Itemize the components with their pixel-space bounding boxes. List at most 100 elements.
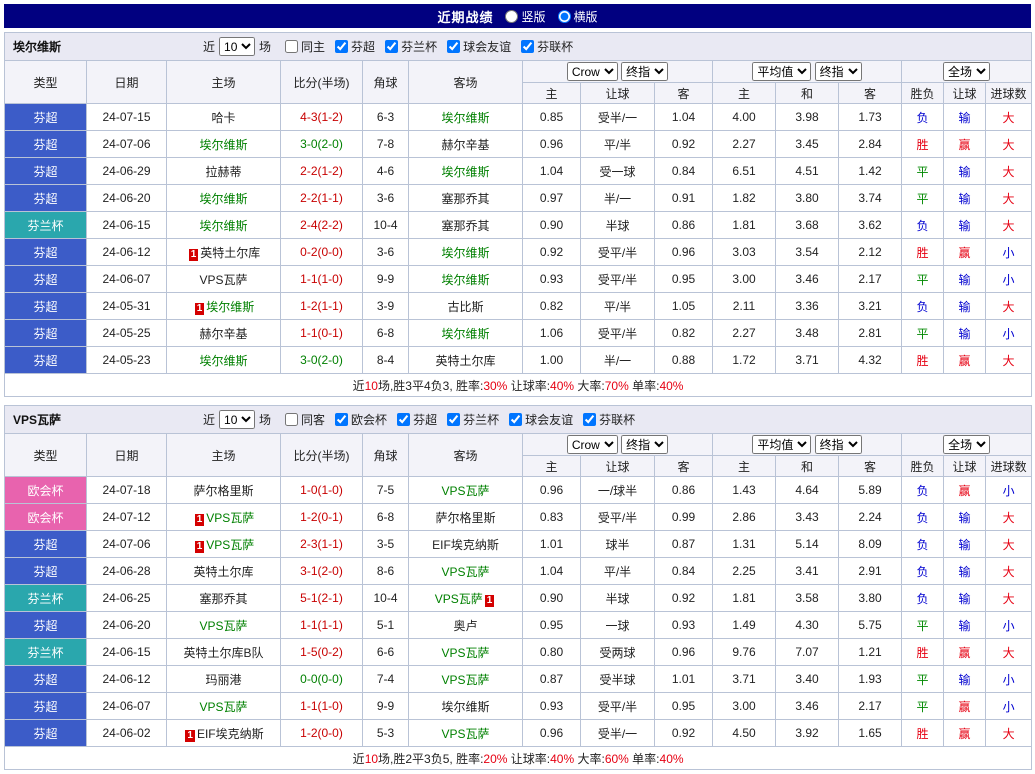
team-name-link[interactable]: VPS瓦萨 [199,619,247,633]
team-name-link[interactable]: 埃尔维斯 [199,219,247,233]
checkbox-input[interactable] [397,413,410,426]
team-name-link[interactable]: 赫尔辛基 [199,327,247,341]
avg-select[interactable]: 平均值 [752,435,811,454]
team-name-link[interactable]: 萨尔格里斯 [193,484,253,498]
layout-radio-vertical[interactable]: 竖版 [505,8,545,25]
home-team-cell: 英特土尔库B队 [167,639,281,666]
avg-stage-select[interactable]: 终指 [815,435,862,454]
team-name-link[interactable]: 埃尔维斯 [441,273,489,287]
checkbox-input[interactable] [521,40,534,53]
bookmaker-select[interactable]: Crow [567,62,618,81]
team-name-link[interactable]: 赫尔辛基 [441,138,489,152]
avg-draw-odds: 5.14 [776,531,839,558]
team-name-link[interactable]: EIF埃克纳斯 [432,538,499,552]
bookmaker-select[interactable]: Crow [567,435,618,454]
checkbox-input[interactable] [447,40,460,53]
league-filter-checkbox[interactable]: 芬联杯 [583,411,635,428]
league-filter-checkbox[interactable]: 芬超 [335,38,375,55]
score-cell: 3-0(2-0) [281,347,363,374]
team-name-link[interactable]: 英特土尔库 [435,354,495,368]
team-name-link[interactable]: 塞那乔其 [441,219,489,233]
team-name-link[interactable]: VPS瓦萨 [199,273,247,287]
checkbox-input[interactable] [335,40,348,53]
checkbox-input[interactable] [335,413,348,426]
fulltime-select[interactable]: 全场 [943,62,990,81]
team-name-link[interactable]: 拉赫蒂 [205,165,241,179]
league-filter-checkbox[interactable]: 球会友谊 [509,411,573,428]
team-name-link[interactable]: VPS瓦萨 [441,484,489,498]
fulltime-select[interactable]: 全场 [943,435,990,454]
result-group-header: 全场 [902,61,1032,83]
checkbox-input[interactable] [583,413,596,426]
odds-handicap: 半/一 [581,347,655,374]
league-filter-checkbox[interactable]: 芬兰杯 [385,38,437,55]
team-name-link[interactable]: 埃尔维斯 [199,354,247,368]
team-name-link[interactable]: 埃尔维斯 [199,192,247,206]
team-name-link[interactable]: 萨尔格里斯 [435,511,495,525]
result-outcome: 负 [902,558,944,585]
league-filter-checkbox[interactable]: 芬联杯 [521,38,573,55]
team-name-link[interactable]: VPS瓦萨 [441,727,489,741]
home-team-cell: 埃尔维斯 [167,131,281,158]
checkbox-label: 芬联杯 [599,411,635,428]
league-filter-checkbox[interactable]: 欧会杯 [335,411,387,428]
away-team-cell: 埃尔维斯 [409,320,523,347]
team-name-link[interactable]: 哈卡 [211,111,235,125]
team-name-link[interactable]: VPS瓦萨 [441,646,489,660]
team-name-link[interactable]: 埃尔维斯 [441,165,489,179]
checkbox-input[interactable] [447,413,460,426]
team-name-link[interactable]: 埃尔维斯 [206,300,254,314]
vertical-radio-input[interactable] [505,10,518,23]
corner-count: 9-9 [363,266,409,293]
recent-count-select[interactable]: 10 [219,37,255,56]
team-name-link[interactable]: VPS瓦萨 [441,565,489,579]
team-name-link[interactable]: 玛丽港 [205,673,241,687]
team-name-link[interactable]: VPS瓦萨 [206,511,254,525]
team-name-link[interactable]: 埃尔维斯 [441,700,489,714]
horizontal-radio-input[interactable] [558,10,571,23]
team-name-link[interactable]: VPS瓦萨 [199,700,247,714]
avg-away-odds: 2.91 [839,558,902,585]
team-name-link[interactable]: 埃尔维斯 [441,327,489,341]
team-name-link[interactable]: 英特土尔库 [193,565,253,579]
team-name-link[interactable]: 埃尔维斯 [199,138,247,152]
checkbox-input[interactable] [509,413,522,426]
team-name-link[interactable]: 英特土尔库B队 [183,646,263,660]
team-name-link[interactable]: EIF埃克纳斯 [197,727,264,741]
team-name-link[interactable]: 塞那乔其 [441,192,489,206]
avg-stage-select[interactable]: 终指 [815,62,862,81]
team-name-link[interactable]: 埃尔维斯 [441,246,489,260]
team-name-link[interactable]: 英特土尔库 [200,246,260,260]
team-name-link[interactable]: 古比斯 [447,300,483,314]
team-name-link[interactable]: 埃尔维斯 [441,111,489,125]
team-name-link[interactable]: 塞那乔其 [199,592,247,606]
odds-handicap: 受半球 [581,666,655,693]
league-filter-checkbox[interactable]: 芬超 [397,411,437,428]
match-date: 24-07-06 [87,531,167,558]
checkbox-input[interactable] [285,40,298,53]
checkbox-input[interactable] [385,40,398,53]
recent-count-select[interactable]: 10 [219,410,255,429]
result-outcome: 胜 [902,720,944,747]
checkbox-input[interactable] [285,413,298,426]
layout-radio-horizontal[interactable]: 横版 [558,8,598,25]
corner-count: 8-4 [363,347,409,374]
league-filter-checkbox[interactable]: 球会友谊 [447,38,511,55]
score-cell: 2-2(1-1) [281,185,363,212]
avg-select[interactable]: 平均值 [752,62,811,81]
team-name-link[interactable]: VPS瓦萨 [435,592,483,606]
team-name-link[interactable]: VPS瓦萨 [441,673,489,687]
same-side-checkbox[interactable]: 同主 [285,38,325,55]
odds-home: 0.80 [523,639,581,666]
team-name-link[interactable]: VPS瓦萨 [206,538,254,552]
odds-stage-select[interactable]: 终指 [621,62,668,81]
team-name-link[interactable]: 奥卢 [453,619,477,633]
same-side-checkbox[interactable]: 同客 [285,411,325,428]
odds-handicap: 受半/一 [581,720,655,747]
odds-home: 1.06 [523,320,581,347]
odds-stage-select[interactable]: 终指 [621,435,668,454]
avg-draw-odds: 4.64 [776,477,839,504]
away-team-cell: VPS瓦萨 [409,639,523,666]
league-filter-checkbox[interactable]: 芬兰杯 [447,411,499,428]
away-team-cell: 埃尔维斯 [409,158,523,185]
